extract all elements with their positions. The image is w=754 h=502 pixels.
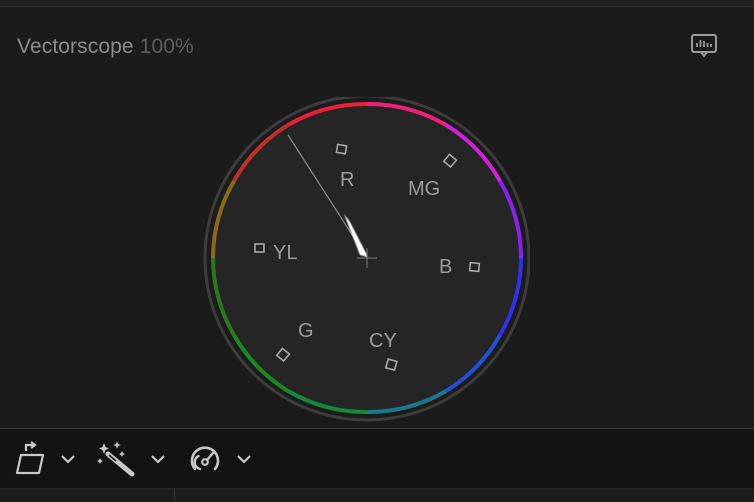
speedometer-icon	[190, 446, 220, 471]
transform-button[interactable]	[12, 439, 78, 479]
scope-settings-button[interactable]	[689, 31, 719, 61]
scope-label-r: R	[340, 169, 354, 191]
bottom-toolbar	[0, 428, 754, 489]
chevron-down-icon	[61, 455, 75, 464]
top-border	[0, 0, 754, 7]
enhance-button[interactable]	[96, 439, 168, 479]
scope-label-b: B	[439, 256, 452, 278]
scope-label-mg: MG	[408, 178, 440, 200]
vectorscope-window: Vectorscope 100% R MG YL B G CY	[0, 0, 754, 502]
scope-zoom-level: 100%	[139, 35, 194, 58]
scope-title-text: Vectorscope	[17, 35, 134, 58]
scope-label-cy: CY	[369, 330, 397, 352]
vectorscope-graph: R MG YL B G CY	[203, 97, 530, 422]
scope-panel: Vectorscope 100% R MG YL B G CY	[0, 7, 754, 428]
scope-title: Vectorscope 100%	[17, 35, 194, 59]
bottom-strip-divider	[174, 489, 175, 502]
chevron-down-icon	[237, 455, 251, 464]
bottom-strip	[0, 488, 754, 502]
chevron-down-icon	[151, 455, 165, 464]
transform-icon	[15, 441, 45, 475]
scope-settings-icon	[691, 34, 717, 58]
magic-wand-icon	[97, 441, 135, 477]
scope-label-g: G	[298, 320, 314, 342]
retime-button[interactable]	[188, 439, 254, 479]
scope-label-yl: YL	[273, 242, 297, 264]
